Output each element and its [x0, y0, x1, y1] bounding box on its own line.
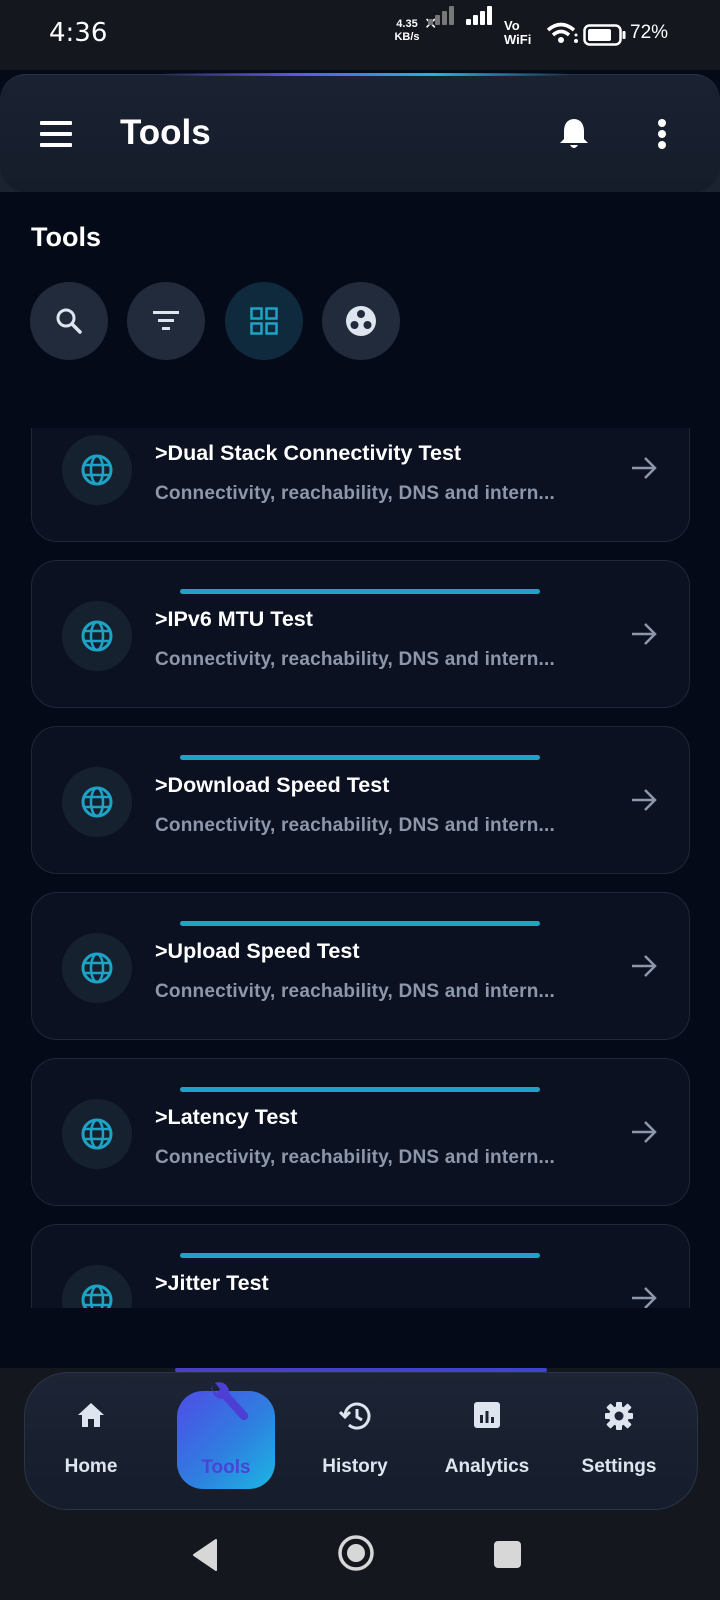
tool-title: >Jitter Test: [155, 1271, 269, 1295]
app-bar-glow: [160, 73, 570, 76]
more-vert-icon[interactable]: [656, 117, 668, 151]
tool-title: >IPv6 MTU Test: [155, 607, 313, 631]
arrow-right-icon: [632, 1121, 657, 1143]
grid-view-icon: [250, 307, 278, 335]
card-accent-bar: [180, 921, 540, 926]
bell-icon[interactable]: [558, 117, 590, 151]
nav-label: Analytics: [444, 1456, 530, 1477]
settings-icon: [605, 1402, 633, 1430]
search-button[interactable]: [30, 282, 108, 360]
wifi-icon: [546, 22, 578, 43]
tool-description: Connectivity, reachability, DNS and inte…: [155, 649, 555, 670]
globe-icon: [62, 1099, 132, 1169]
card-accent-bar: [180, 1253, 540, 1258]
globe-icon: [62, 601, 132, 671]
search-icon: [56, 308, 82, 334]
tool-title: >Upload Speed Test: [155, 939, 360, 963]
arrow-right-icon: [632, 1287, 657, 1308]
wrench-icon: [211, 1382, 249, 1421]
status-bar: 4:36 4.35 KB/s ✕ Vo WiFi: [0, 0, 720, 70]
status-time: 4:36: [49, 18, 108, 48]
card-accent-bar: [180, 589, 540, 594]
nav-label: Tools: [201, 1457, 251, 1478]
arrow-right-icon: [632, 789, 657, 811]
nav-item-settings[interactable]: Settings: [559, 1373, 679, 1511]
tool-description: Connectivity, reachability, DNS and inte…: [155, 1147, 555, 1168]
tool-title: >Download Speed Test: [155, 773, 390, 797]
tool-title: >Latency Test: [155, 1105, 298, 1129]
system-home-icon[interactable]: [337, 1534, 375, 1572]
bottom-nav: Home Tools History Analytics Settings: [24, 1372, 698, 1510]
globe-icon: [62, 1265, 132, 1308]
nav-item-home[interactable]: Home: [31, 1373, 151, 1511]
arrow-right-icon: [632, 955, 657, 977]
globe-icon: [62, 933, 132, 1003]
tool-card-dual-stack[interactable]: >Dual Stack Connectivity Test Connectivi…: [31, 428, 690, 542]
card-accent-bar: [180, 755, 540, 760]
nav-item-analytics[interactable]: Analytics: [427, 1373, 547, 1511]
tool-description: Connectivity, reachability, DNS and inte…: [155, 815, 555, 836]
globe-icon: [62, 435, 132, 505]
system-back-icon[interactable]: [190, 1538, 220, 1572]
tool-card-download-speed[interactable]: >Download Speed Test Connectivity, reach…: [31, 726, 690, 874]
analytics-icon: [474, 1402, 500, 1428]
section-title: Tools: [31, 222, 101, 252]
tool-card-upload-speed[interactable]: >Upload Speed Test Connectivity, reachab…: [31, 892, 690, 1040]
nav-item-history[interactable]: History: [295, 1373, 415, 1511]
tool-card-jitter[interactable]: >Jitter Test: [31, 1224, 690, 1308]
vowifi-icon: Vo WiFi: [504, 18, 532, 47]
grid-view-button[interactable]: [225, 282, 303, 360]
battery-percent: 72%: [630, 22, 669, 43]
nav-label: History: [322, 1456, 388, 1477]
arrow-right-icon: [632, 457, 657, 479]
home-icon: [78, 1403, 104, 1427]
nav-label: Settings: [581, 1456, 657, 1477]
network-speed: 4.35 KB/s: [394, 18, 420, 43]
card-accent-bar: [180, 1087, 540, 1092]
tool-card-latency[interactable]: >Latency Test Connectivity, reachability…: [31, 1058, 690, 1206]
category-icon: [346, 306, 376, 336]
arrow-right-icon: [632, 623, 657, 645]
app-bar: Tools: [0, 74, 720, 192]
history-icon: [339, 1402, 371, 1430]
filter-icon: [153, 311, 179, 330]
category-button[interactable]: [322, 282, 400, 360]
battery-icon: [583, 24, 626, 46]
nav-label: Home: [64, 1456, 118, 1477]
app-title: Tools: [120, 113, 211, 152]
tool-list: >Dual Stack Connectivity Test Connectivi…: [0, 428, 720, 1308]
nav-item-tools[interactable]: Tools: [177, 1382, 275, 1489]
system-recents-icon[interactable]: [494, 1541, 521, 1568]
tool-title: >Dual Stack Connectivity Test: [155, 441, 462, 465]
tool-card-ipv6-mtu[interactable]: >IPv6 MTU Test Connectivity, reachabilit…: [31, 560, 690, 708]
tool-description: Connectivity, reachability, DNS and inte…: [155, 981, 555, 1002]
status-icons: 4.35 KB/s ✕ Vo WiFi: [380, 0, 720, 70]
tool-description: Connectivity, reachability, DNS and inte…: [155, 483, 555, 504]
filter-button[interactable]: [127, 282, 205, 360]
hamburger-menu-icon[interactable]: [40, 121, 72, 147]
globe-icon: [62, 767, 132, 837]
